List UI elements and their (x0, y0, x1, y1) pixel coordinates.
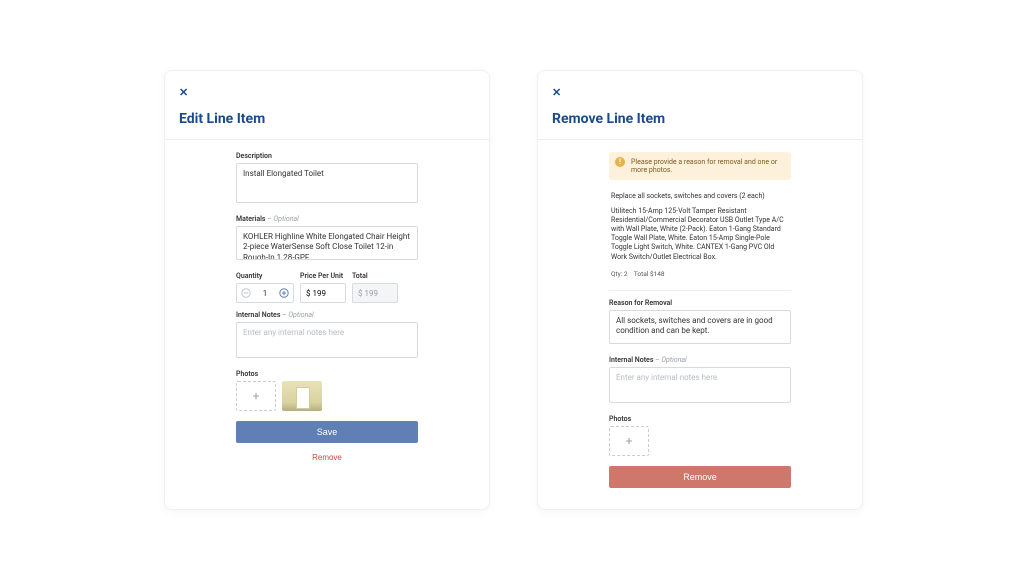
line-item-total: Total $148 (634, 270, 665, 278)
reason-input[interactable] (609, 310, 791, 344)
line-item-summary: Replace all sockets, switches and covers… (609, 188, 791, 282)
materials-label-text: Materials (236, 215, 266, 223)
internal-notes-label: Internal Notes – Optional (609, 356, 791, 364)
modal-header: ✕ Edit Line Item (165, 71, 489, 140)
warning-alert: ! Please provide a reason for removal an… (609, 152, 791, 180)
modal-body: ! Please provide a reason for removal an… (538, 140, 862, 502)
add-photo-button[interactable]: + (236, 381, 276, 411)
remove-button[interactable]: Remove (609, 466, 791, 488)
add-photo-button[interactable]: + (609, 426, 649, 456)
quantity-decrement-button[interactable] (241, 288, 251, 298)
quantity-label: Quantity (236, 272, 294, 280)
photos-label: Photos (236, 370, 418, 378)
close-icon[interactable]: ✕ (552, 86, 561, 99)
remove-link[interactable]: Remove (236, 453, 418, 462)
line-item-body: Utilitech 15-Amp 125-Volt Tamper Resista… (611, 207, 789, 262)
save-button[interactable]: Save (236, 421, 418, 443)
modal-title: Remove Line Item (552, 111, 848, 127)
modal-title: Edit Line Item (179, 111, 475, 127)
divider (609, 290, 791, 291)
line-item-title: Replace all sockets, switches and covers… (611, 192, 789, 201)
reason-label: Reason for Removal (609, 299, 791, 307)
modal-body: Description Materials – Optional Quantit… (165, 140, 489, 476)
warning-icon: ! (615, 157, 625, 167)
photos-strip: + (236, 381, 418, 411)
price-per-unit-label: Price Per Unit (300, 272, 346, 280)
internal-notes-optional: – Optional (655, 356, 687, 364)
photo-thumbnail[interactable] (282, 381, 322, 411)
materials-label: Materials – Optional (236, 215, 418, 223)
price-per-unit-input[interactable]: $ 199 (300, 283, 346, 303)
quantity-value: 1 (263, 289, 268, 298)
modal-header: ✕ Remove Line Item (538, 71, 862, 140)
internal-notes-input[interactable] (609, 367, 791, 403)
materials-optional: – Optional (267, 215, 299, 223)
description-input[interactable] (236, 163, 418, 203)
photos-strip: + (609, 426, 791, 456)
line-item-meta: Qty: 2 Total $148 (611, 270, 789, 278)
edit-line-item-modal: ✕ Edit Line Item Description Materials –… (164, 70, 490, 510)
quantity-increment-button[interactable] (279, 288, 289, 298)
internal-notes-label-text: Internal Notes (236, 311, 280, 319)
description-label: Description (236, 152, 418, 160)
remove-line-item-modal: ✕ Remove Line Item ! Please provide a re… (537, 70, 863, 510)
internal-notes-label-text: Internal Notes (609, 356, 653, 364)
total-value: $ 199 (352, 283, 398, 303)
internal-notes-input[interactable] (236, 322, 418, 358)
internal-notes-optional: – Optional (282, 311, 314, 319)
quantity-stepper: 1 (236, 283, 294, 303)
warning-text: Please provide a reason for removal and … (631, 158, 777, 174)
photos-label: Photos (609, 415, 791, 423)
close-icon[interactable]: ✕ (179, 86, 188, 99)
internal-notes-label: Internal Notes – Optional (236, 311, 418, 319)
total-label: Total (352, 272, 398, 280)
line-item-qty: Qty: 2 (611, 270, 628, 278)
materials-input[interactable] (236, 226, 418, 260)
